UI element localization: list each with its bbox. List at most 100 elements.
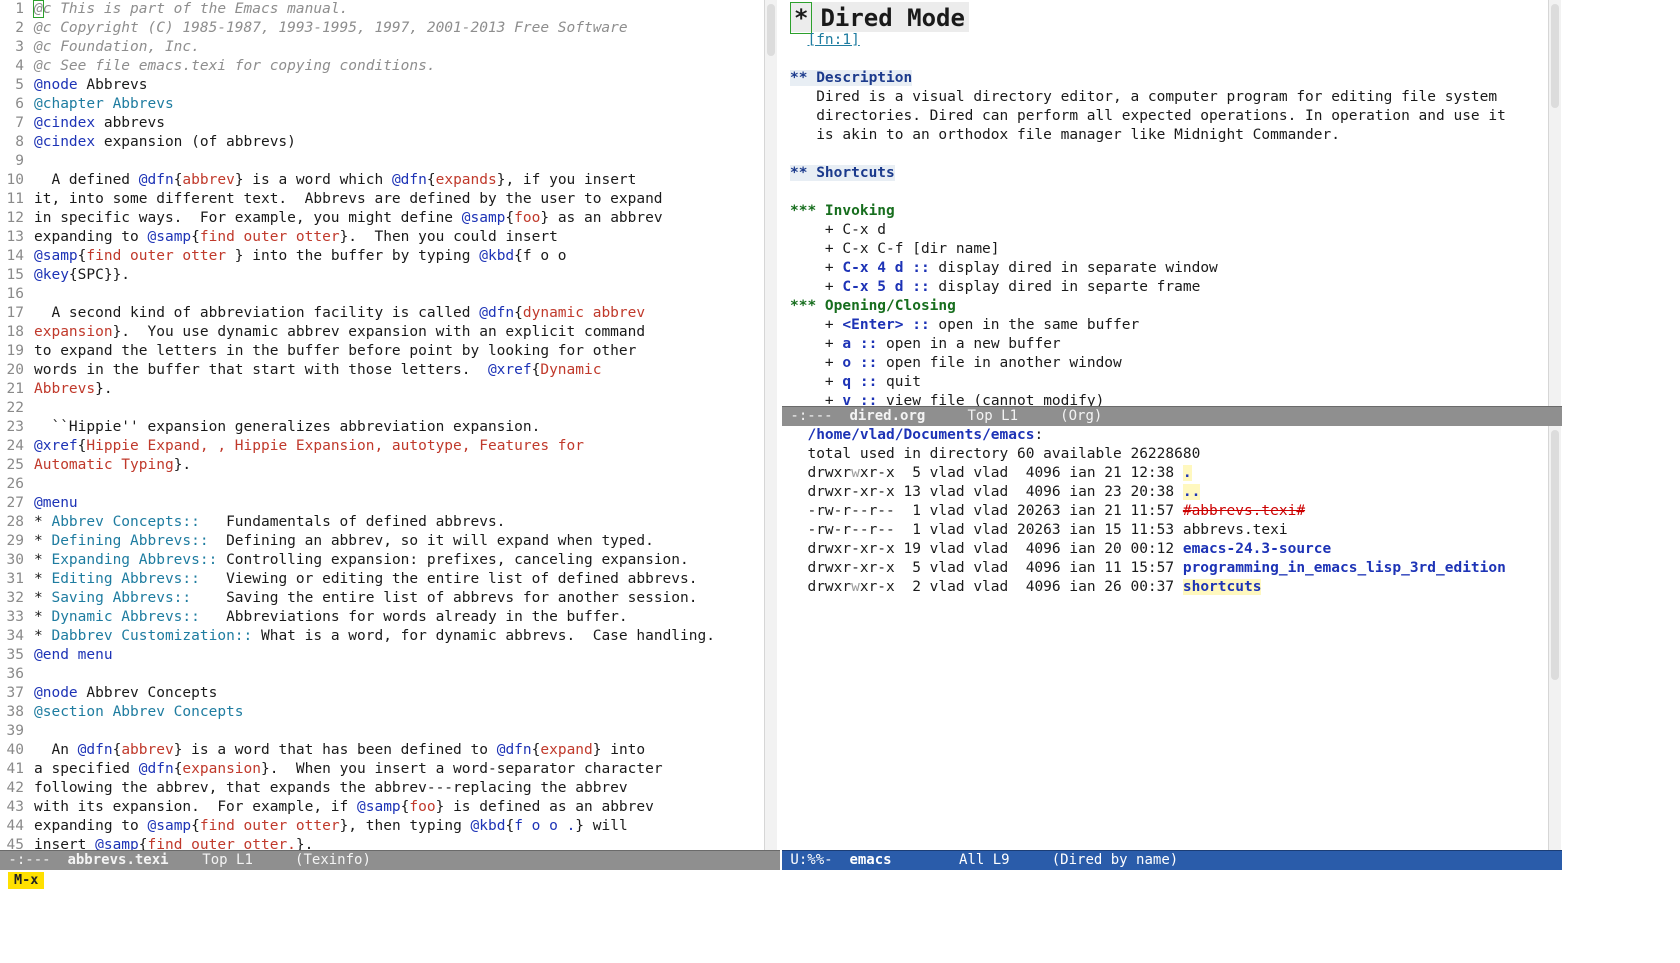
buffer-line[interactable]: 18 expansion}. You use dynamic abbrev exp… <box>0 323 764 342</box>
dired-scrollbar-thumb[interactable] <box>1551 430 1559 680</box>
buffer-line[interactable]: 12 in specific ways. For example, you mig… <box>0 209 764 228</box>
buffer-line[interactable]: 30 * Expanding Abbrevs:: Controlling expa… <box>0 551 764 570</box>
buffer-line[interactable]: 24 @xref{Hippie Expand, , Hippie Expansio… <box>0 437 764 456</box>
line-number: 10 <box>6 172 24 188</box>
buffer-line[interactable]: 28 * Abbrev Concepts:: Fundamentals of de… <box>0 513 764 532</box>
buffer-line[interactable]: /home/vlad/Documents/emacs: <box>790 426 1535 445</box>
buffer-line[interactable]: 38 @section Abbrev Concepts <box>0 703 764 722</box>
org-scrollbar-thumb[interactable] <box>1551 4 1559 108</box>
buffer-line[interactable]: 25 Automatic Typing}. <box>0 456 764 475</box>
text-plain: a specified <box>34 761 139 777</box>
buffer-line[interactable]: 40 An @dfn{abbrev} is a word that has be… <box>0 741 764 760</box>
buffer-line[interactable]: 6 @chapter Abbrevs <box>0 95 764 114</box>
buffer-line[interactable]: 15 @key{SPC}}. <box>0 266 764 285</box>
dired-buffer[interactable]: /home/vlad/Documents/emacs: total used i… <box>790 426 1535 850</box>
left-scrollbar[interactable] <box>764 0 777 850</box>
buffer-line[interactable]: directories. Dired can perform all expec… <box>790 107 1535 126</box>
buffer-line[interactable]: 37 @node Abbrev Concepts <box>0 684 764 703</box>
buffer-line[interactable]: + C-x d <box>790 221 1535 240</box>
buffer-line[interactable]: 9 <box>0 152 764 171</box>
text-kw: @samp <box>147 229 192 245</box>
text-plain: } is a word which <box>234 172 392 188</box>
buffer-line[interactable]: 7 @cindex abbrevs <box>0 114 764 133</box>
buffer-line[interactable]: 29 * Defining Abbrevs:: Defining an abbre… <box>0 532 764 551</box>
dired-modeline[interactable]: U:%%- emacs All L9 (Dired by name) <box>782 850 1562 870</box>
line-number: 7 <box>15 115 24 131</box>
buffer-line[interactable]: 31 * Editing Abbrevs:: Viewing or editing… <box>0 570 764 589</box>
org-scrollbar[interactable] <box>1548 0 1561 406</box>
text-h2: ** Shortcuts <box>790 165 895 181</box>
buffer-line[interactable]: is akin to an orthodox file manager like… <box>790 126 1535 145</box>
buffer-line[interactable]: 19 to expand the letters in the buffer be… <box>0 342 764 361</box>
dired-scrollbar[interactable] <box>1548 426 1561 850</box>
buffer-line[interactable]: 44 expanding to @samp{find outer otter}, … <box>0 817 764 836</box>
text-plain: } into the buffer by typing <box>234 248 480 264</box>
buffer-line[interactable]: drwxr-xr-x 5 vlad vlad 4096 ian 11 15:57… <box>790 559 1535 578</box>
buffer-line[interactable]: 22 <box>0 399 764 418</box>
buffer-line[interactable]: 42 following the abbrev, that expands the… <box>0 779 764 798</box>
buffer-line[interactable]: *** Opening/Closing <box>790 297 1535 316</box>
buffer-line[interactable]: Dired is a visual directory editor, a co… <box>790 88 1535 107</box>
buffer-line[interactable]: + q :: quit <box>790 373 1535 392</box>
buffer-line[interactable]: drwxrwxr-x 5 vlad vlad 4096 ian 21 12:38… <box>790 464 1535 483</box>
buffer-line[interactable]: drwxrwxr-x 2 vlad vlad 4096 ian 26 00:37… <box>790 578 1535 597</box>
text-link[interactable]: [fn:1] <box>807 32 859 48</box>
buffer-line[interactable]: 16 <box>0 285 764 304</box>
buffer-line[interactable]: ** Shortcuts <box>790 164 1535 183</box>
org-buffer[interactable]: [fn:1] ** Description Dired is a visual d… <box>790 0 1535 418</box>
buffer-line[interactable]: 27 @menu <box>0 494 764 513</box>
buffer-line[interactable]: 3 @c Foundation, Inc. <box>0 38 764 57</box>
buffer-line[interactable]: 23 ``Hippie'' expansion generalizes abbr… <box>0 418 764 437</box>
buffer-line[interactable]: drwxr-xr-x 13 vlad vlad 4096 ian 23 20:3… <box>790 483 1535 502</box>
buffer-line[interactable]: 10 A defined @dfn{abbrev} is a word whic… <box>0 171 764 190</box>
buffer-line[interactable]: 26 <box>0 475 764 494</box>
buffer-line[interactable] <box>790 183 1535 202</box>
buffer-line[interactable] <box>790 12 1535 31</box>
buffer-line[interactable]: 43 with its expansion. For example, if @s… <box>0 798 764 817</box>
text-plain: } is a word that has been defined to <box>173 742 497 758</box>
org-modeline[interactable]: -:--- dired.org Top L1 (Org) <box>782 406 1562 426</box>
buffer-line[interactable]: 32 * Saving Abbrevs:: Saving the entire l… <box>0 589 764 608</box>
buffer-line[interactable]: drwxr-xr-x 19 vlad vlad 4096 ian 20 00:1… <box>790 540 1535 559</box>
buffer-line[interactable]: 36 <box>0 665 764 684</box>
buffer-line[interactable]: 21 Abbrevs}. <box>0 380 764 399</box>
buffer-line[interactable]: + <Enter> :: open in the same buffer <box>790 316 1535 335</box>
buffer-line[interactable]: + o :: open file in another window <box>790 354 1535 373</box>
buffer-line[interactable]: 14 @samp{find outer otter } into the buff… <box>0 247 764 266</box>
buffer-line[interactable]: 11 it, into some different text. Abbrevs … <box>0 190 764 209</box>
text-plain: * <box>34 609 52 625</box>
buffer-line[interactable]: 1 @c This is part of the Emacs manual. <box>0 0 764 19</box>
buffer-line[interactable]: ** Description <box>790 69 1535 88</box>
buffer-line[interactable]: 39 <box>0 722 764 741</box>
line-number: 43 <box>6 799 24 815</box>
buffer-line[interactable]: 17 A second kind of abbreviation facilit… <box>0 304 764 323</box>
buffer-line[interactable] <box>790 145 1535 164</box>
buffer-line[interactable]: + a :: open in a new buffer <box>790 335 1535 354</box>
buffer-line[interactable]: + C-x 4 d :: display dired in separate w… <box>790 259 1535 278</box>
buffer-line[interactable]: 45 insert @samp{find outer otter.}. <box>0 836 764 850</box>
buffer-line[interactable]: *** Invoking <box>790 202 1535 221</box>
buffer-line[interactable]: -rw-r--r-- 1 vlad vlad 20263 ian 21 11:5… <box>790 502 1535 521</box>
minibuffer-prompt[interactable]: M-x <box>8 872 45 889</box>
left-scrollbar-thumb[interactable] <box>767 4 775 56</box>
buffer-line[interactable]: 2 @c Copyright (C) 1985-1987, 1993-1995, … <box>0 19 764 38</box>
buffer-line[interactable] <box>790 50 1535 69</box>
buffer-line[interactable]: -rw-r--r-- 1 vlad vlad 20263 ian 15 11:5… <box>790 521 1535 540</box>
buffer-line[interactable]: 13 expanding to @samp{find outer otter}. … <box>0 228 764 247</box>
buffer-line[interactable]: 41 a specified @dfn{expansion}. When you … <box>0 760 764 779</box>
texinfo-modeline[interactable]: -:--- abbrevs.texi Top L1 (Texinfo) <box>0 850 780 870</box>
texinfo-buffer[interactable]: 1 @c This is part of the Emacs manual. 2 @c… <box>0 0 764 850</box>
buffer-line[interactable]: 4 @c See file emacs.texi for copying cond… <box>0 57 764 76</box>
buffer-line[interactable]: + C-x C-f [dir name] <box>790 240 1535 259</box>
buffer-line[interactable]: 20 words in the buffer that start with th… <box>0 361 764 380</box>
buffer-line[interactable]: 8 @cindex expansion (of abbrevs) <box>0 133 764 152</box>
text-plain: + <box>790 317 843 333</box>
buffer-line[interactable]: 34 * Dabbrev Customization:: What is a wo… <box>0 627 764 646</box>
buffer-line[interactable]: + C-x 5 d :: display dired in separte fr… <box>790 278 1535 297</box>
buffer-line[interactable]: 5 @node Abbrevs <box>0 76 764 95</box>
line-number: 20 <box>6 362 24 378</box>
buffer-line[interactable]: [fn:1] <box>790 31 1535 50</box>
buffer-line[interactable]: total used in directory 60 available 262… <box>790 445 1535 464</box>
buffer-line[interactable]: 35 @end menu <box>0 646 764 665</box>
buffer-line[interactable]: 33 * Dynamic Abbrevs:: Abbreviations for … <box>0 608 764 627</box>
